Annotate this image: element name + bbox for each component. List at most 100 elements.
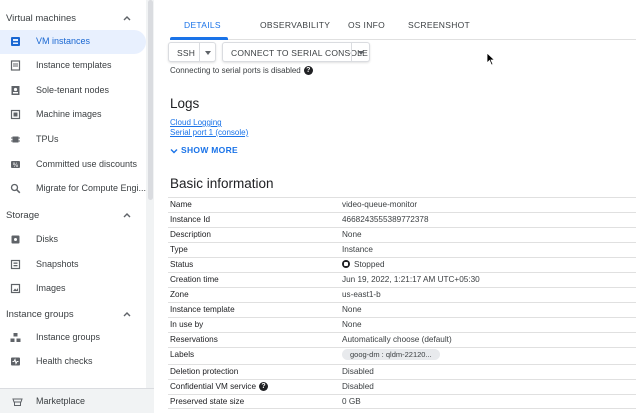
sidebar-item-label: TPUs — [36, 134, 59, 144]
row-value: None — [342, 230, 362, 239]
sidebar-item-tpus[interactable]: TPUs — [0, 128, 146, 152]
table-row: Deletion protection Disabled — [168, 364, 636, 379]
table-row: Name video-queue-monitor — [168, 197, 636, 212]
row-value: Jun 19, 2022, 1:21:17 AM UTC+05:30 — [342, 275, 480, 284]
sidebar-item-marketplace[interactable]: Marketplace — [0, 388, 154, 413]
sidebar-item-label: Committed use discounts — [36, 159, 138, 169]
sidebar-item-label: Marketplace — [36, 396, 86, 406]
row-key: Description — [170, 230, 211, 239]
ssh-split-button: SSH — [168, 42, 216, 62]
active-tab-indicator — [170, 37, 228, 40]
sidebar-item-committed-use-discounts[interactable]: % Committed use discounts — [0, 153, 146, 177]
sidebar-item-label: Images — [36, 283, 66, 293]
serial-note-text: Connecting to serial ports is disabled — [170, 66, 301, 75]
search-icon — [10, 183, 21, 194]
tpu-icon — [11, 136, 20, 143]
row-value: Instance — [342, 245, 373, 254]
tab-os-info[interactable]: OS INFO — [348, 20, 385, 30]
row-value: 4668243555389772378 — [342, 215, 429, 224]
serial-console-split-button: CONNECT TO SERIAL CONSOLE — [222, 42, 370, 62]
row-key: Zone — [170, 290, 189, 299]
template-icon — [10, 60, 21, 71]
sidebar-item-label: Snapshots — [36, 259, 79, 269]
tab-screenshot[interactable]: SCREENSHOT — [408, 20, 470, 30]
table-row: Status Stopped — [168, 257, 636, 272]
serial-ports-note: Connecting to serial ports is disabled? — [170, 66, 313, 76]
ssh-button[interactable]: SSH — [177, 48, 195, 58]
discount-icon: % — [11, 161, 20, 169]
label-chip[interactable]: goog-dm : qldm-22120... — [342, 349, 440, 360]
sidebar-item-label: Instance templates — [36, 60, 112, 70]
serial-port-link[interactable]: Serial port 1 (console) — [170, 128, 248, 137]
tab-observability[interactable]: OBSERVABILITY — [260, 20, 330, 30]
row-key: Type — [170, 245, 188, 254]
show-more-button[interactable]: SHOW MORE — [170, 145, 238, 155]
sidebar-item-health-checks[interactable]: Health checks — [0, 350, 146, 374]
row-value: None — [342, 320, 362, 329]
chevron-up-icon — [123, 16, 131, 21]
row-value: Disabled — [342, 382, 374, 391]
tab-details[interactable]: DETAILS — [184, 20, 221, 30]
section-instance-groups[interactable]: Instance groups — [0, 305, 146, 325]
cloud-logging-link[interactable]: Cloud Logging — [170, 118, 222, 127]
row-value: None — [342, 305, 362, 314]
sidebar-item-instance-templates[interactable]: Instance templates — [0, 54, 146, 78]
serial-dropdown-arrow-icon[interactable] — [358, 51, 364, 55]
chevron-down-icon — [170, 148, 178, 154]
section-label: Instance groups — [6, 309, 74, 320]
row-value: video-queue-monitor — [342, 200, 418, 209]
sidebar-item-instance-groups[interactable]: Instance groups — [0, 326, 146, 350]
row-value: goog-dm : qldm-22120... — [340, 349, 440, 360]
machine-image-icon — [10, 109, 21, 120]
image-icon — [10, 283, 21, 294]
sidebar-item-label: Machine images — [36, 109, 102, 119]
row-key: Status — [170, 260, 194, 269]
sidebar-item-disks[interactable]: Disks — [0, 228, 146, 252]
marketplace-icon — [12, 398, 23, 406]
chevron-up-icon — [123, 213, 131, 218]
sidebar-item-vm-instances[interactable]: VM instances — [0, 30, 146, 54]
snapshot-icon — [10, 259, 21, 270]
row-value: 0 GB — [342, 397, 361, 406]
row-key: Reservations — [170, 335, 218, 344]
sidebar-item-sole-tenant-nodes[interactable]: Sole-tenant nodes — [0, 79, 146, 103]
table-row: In use by None — [168, 317, 636, 332]
section-virtual-machines[interactable]: Virtual machines — [0, 9, 146, 29]
mouse-cursor-icon — [486, 52, 496, 66]
disk-icon — [11, 235, 20, 244]
row-key: Creation time — [170, 275, 219, 284]
sidebar-item-migrate[interactable]: Migrate for Compute Engi... — [0, 177, 146, 201]
table-row: Reservations Automatically choose (defaul… — [168, 332, 636, 347]
help-icon[interactable]: ? — [303, 66, 313, 76]
svg-text:%: % — [13, 162, 19, 169]
row-key: Confidential VM service? — [170, 382, 269, 392]
sidebar-item-machine-images[interactable]: Machine images — [0, 103, 146, 127]
button-divider — [199, 43, 200, 61]
sidebar-item-label: Disks — [36, 234, 58, 244]
table-row: Zone us-east1-b — [168, 287, 636, 302]
sidebar-item-label: Migrate for Compute Engi... — [36, 183, 147, 193]
row-value: Disabled — [342, 367, 374, 376]
row-value: Automatically choose (default) — [342, 335, 452, 344]
table-row: Preserved state size 0 GB — [168, 394, 636, 409]
row-key: Name — [170, 200, 192, 209]
sidebar: Virtual machines VM instances Instance t… — [0, 0, 148, 413]
show-more-label: SHOW MORE — [181, 145, 239, 155]
sidebar-item-snapshots[interactable]: Snapshots — [0, 253, 146, 277]
section-storage[interactable]: Storage — [0, 206, 146, 226]
connect-serial-console-button[interactable]: CONNECT TO SERIAL CONSOLE — [231, 48, 368, 58]
table-row: Instance Id 4668243555389772378 — [168, 212, 636, 227]
section-label: Storage — [6, 210, 40, 221]
sidebar-scrollbar-thumb[interactable] — [148, 0, 153, 200]
ssh-dropdown-arrow-icon[interactable] — [205, 51, 211, 55]
chevron-up-icon — [123, 312, 131, 317]
table-row: Confidential VM service? Disabled — [168, 379, 636, 394]
row-key: Instance Id — [170, 215, 211, 224]
help-icon[interactable]: ? — [259, 382, 269, 392]
vm-instance-icon — [11, 37, 20, 46]
sidebar-item-images[interactable]: Images — [0, 277, 146, 301]
section-label: Virtual machines — [6, 13, 77, 24]
row-value: us-east1-b — [342, 290, 381, 299]
sidebar-item-label: Instance groups — [36, 332, 101, 342]
health-check-icon — [11, 357, 20, 366]
